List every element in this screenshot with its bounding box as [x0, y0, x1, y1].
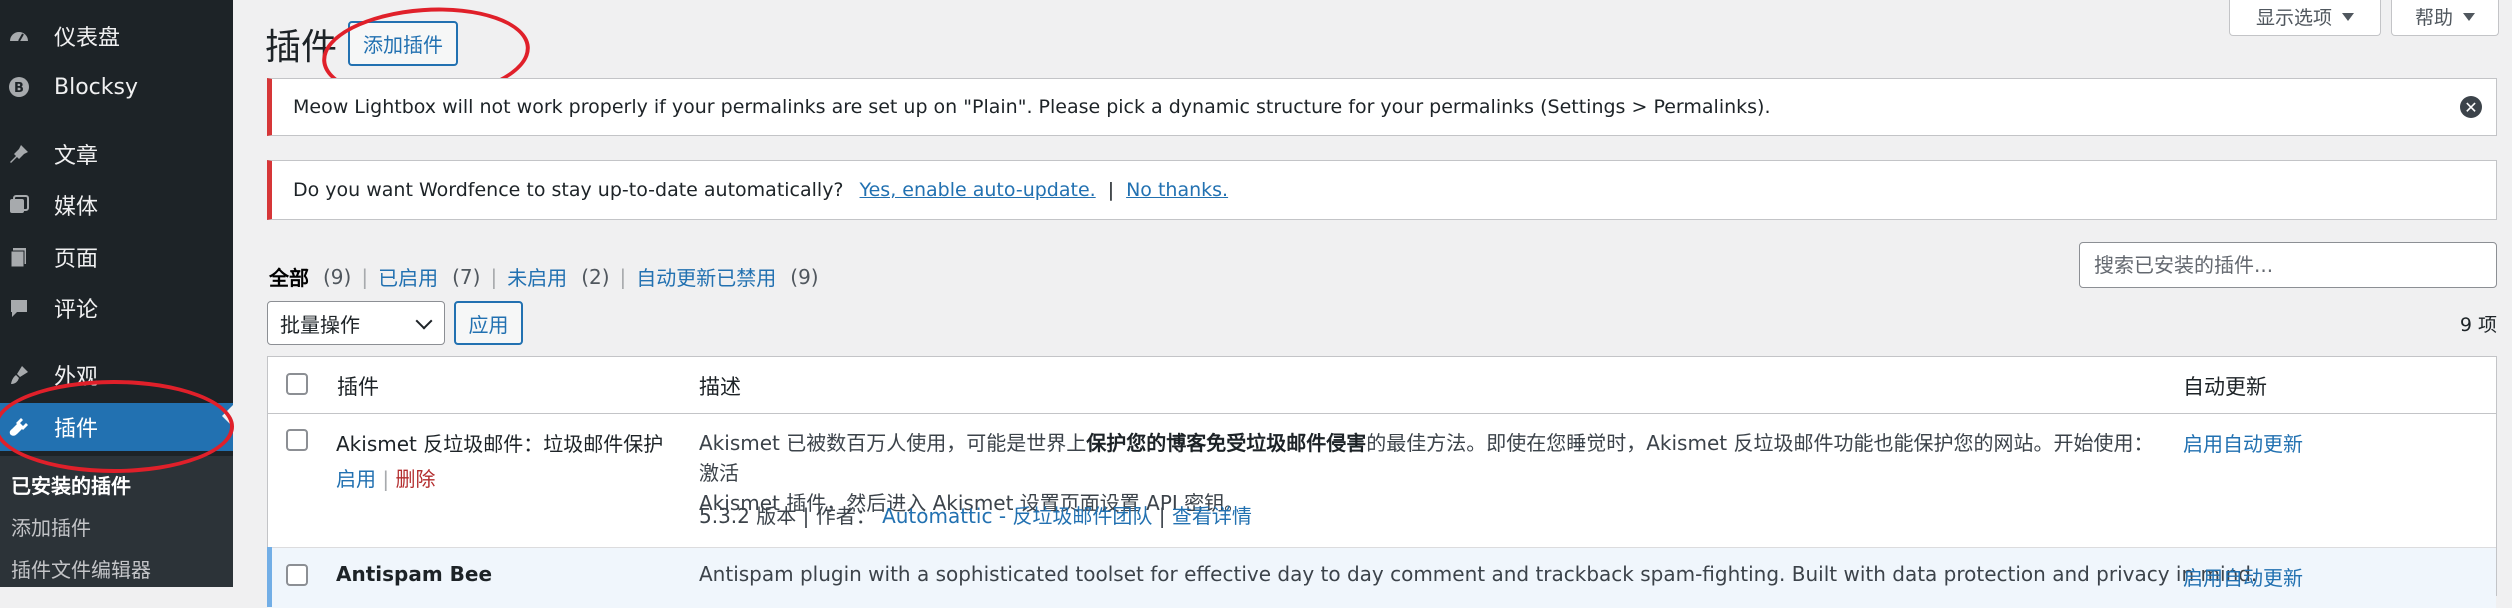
sidebar-item-label: 页面: [54, 247, 99, 272]
submenu-plugin-editor[interactable]: 插件文件编辑器: [11, 554, 151, 583]
chevron-down-icon: [415, 312, 433, 330]
filter-all-count: (9): [323, 264, 352, 289]
screen-options-label: 显示选项: [2255, 7, 2332, 29]
sidebar-item-comments[interactable]: 评论: [0, 284, 233, 332]
sidebar-item-blocksy[interactable]: B Blocksy: [0, 63, 233, 111]
filter-autoupdate-disabled-count: (9): [790, 264, 819, 289]
bulk-actions-select[interactable]: 批量操作: [267, 301, 445, 345]
row-checkbox[interactable]: [286, 564, 308, 586]
filter-inactive-count: (2): [581, 264, 610, 289]
appearance-icon: [8, 364, 30, 386]
item-count: 9 项: [2459, 314, 2497, 336]
plugin-meta: 5.3.2 版本 | 作者： Automattic - 反垃圾邮件团队 | 查看…: [699, 500, 1252, 529]
apply-button[interactable]: 应用: [454, 301, 523, 345]
plugins-table: 插件 描述 自动更新 Akismet 反垃圾邮件：垃圾邮件保护 启用 | 删除 …: [267, 356, 2497, 608]
filter-active[interactable]: 已启用: [378, 262, 438, 291]
screen-options-button[interactable]: 显示选项: [2229, 0, 2381, 36]
notice-text: Do you want Wordfence to stay up-to-date…: [293, 179, 844, 201]
meta-separator: |: [1158, 504, 1172, 528]
filter-autoupdate-disabled[interactable]: 自动更新已禁用: [636, 262, 776, 291]
sidebar-item-label: Blocksy: [54, 74, 138, 100]
enable-auto-update-link[interactable]: Yes, enable auto-update.: [860, 179, 1096, 201]
description-text: Akismet 已被数百万人使用，可能是世界上: [699, 431, 1087, 455]
sidebar-item-label: 仪表盘: [54, 26, 121, 51]
no-thanks-link[interactable]: No thanks.: [1126, 179, 1228, 201]
version-author-text: 5.3.2 版本 | 作者：: [699, 504, 876, 528]
filter-active-count: (7): [452, 264, 481, 289]
sidebar-item-label: 文章: [54, 144, 99, 169]
sidebar-item-media[interactable]: 媒体: [0, 181, 233, 229]
action-separator: |: [382, 467, 396, 491]
bulk-actions-value: 批量操作: [280, 312, 360, 337]
help-label: 帮助: [2414, 7, 2453, 29]
pin-icon: [8, 143, 30, 165]
filter-separator: |: [490, 264, 498, 289]
caret-down-icon: [2342, 12, 2354, 21]
media-icon: [8, 194, 30, 216]
plugin-name: Antispam Bee: [336, 562, 493, 586]
admin-sidebar: 仪表盘 B Blocksy 文章 媒体 页面 评论 外观 插件 已安装的插件 添…: [0, 0, 234, 587]
plugin-status-filters: 全部 (9) | 已启用 (7) | 未启用 (2) | 自动更新已禁用 (9): [269, 262, 819, 291]
submenu-installed-plugins[interactable]: 已安装的插件: [11, 470, 131, 499]
page-icon: [8, 246, 30, 268]
help-button[interactable]: 帮助: [2391, 0, 2499, 36]
sidebar-item-pages[interactable]: 页面: [0, 233, 233, 281]
submenu-add-plugin[interactable]: 添加插件: [11, 512, 91, 541]
header-divider: [268, 413, 2496, 414]
dashboard-icon: [8, 25, 30, 47]
row-actions: 启用 | 删除: [336, 463, 435, 492]
meow-lightbox-notice: Meow Lightbox will not work properly if …: [267, 78, 2497, 136]
filter-separator: |: [361, 264, 369, 289]
filter-all[interactable]: 全部: [269, 262, 309, 291]
author-link[interactable]: Automattic - 反垃圾邮件团队: [882, 504, 1152, 528]
activate-link[interactable]: 启用: [336, 467, 376, 491]
select-all-checkbox[interactable]: [286, 373, 308, 395]
filter-inactive[interactable]: 未启用: [507, 262, 567, 291]
row-checkbox[interactable]: [286, 429, 308, 451]
annotation-circle-plugins-menu: [0, 380, 234, 473]
comment-icon: [8, 297, 30, 319]
svg-text:B: B: [14, 81, 24, 96]
wordfence-notice: Do you want Wordfence to stay up-to-date…: [267, 160, 2497, 220]
sidebar-item-posts[interactable]: 文章: [0, 130, 233, 178]
enable-auto-update-link[interactable]: 启用自动更新: [2183, 428, 2303, 457]
plugin-name: Akismet 反垃圾邮件：垃圾邮件保护: [336, 432, 664, 456]
column-header-description: 描述: [699, 375, 741, 399]
column-header-plugin: 插件: [337, 375, 379, 399]
link-separator: |: [1107, 179, 1115, 201]
table-row: Antispam Bee Antispam plugin with a soph…: [268, 547, 2496, 608]
delete-link[interactable]: 删除: [395, 467, 435, 491]
column-header-auto-update: 自动更新: [2183, 375, 2267, 399]
description-bold-text: 保护您的博客免受垃圾邮件侵害: [1086, 431, 1367, 455]
sidebar-item-label: 媒体: [54, 195, 99, 220]
active-plugin-indicator: [267, 547, 272, 607]
filter-separator: |: [619, 264, 627, 289]
plugin-description: Antispam plugin with a sophisticated too…: [699, 562, 2258, 586]
view-details-link[interactable]: 查看详情: [1172, 504, 1252, 528]
sidebar-item-label: 评论: [54, 298, 99, 323]
notice-text: Meow Lightbox will not work properly if …: [293, 96, 1771, 118]
blocksy-icon: B: [8, 76, 30, 98]
search-plugins-input[interactable]: [2079, 242, 2497, 288]
caret-down-icon: [2463, 12, 2475, 21]
close-icon[interactable]: ✕: [2460, 96, 2482, 118]
sidebar-item-dashboard[interactable]: 仪表盘: [0, 12, 233, 60]
